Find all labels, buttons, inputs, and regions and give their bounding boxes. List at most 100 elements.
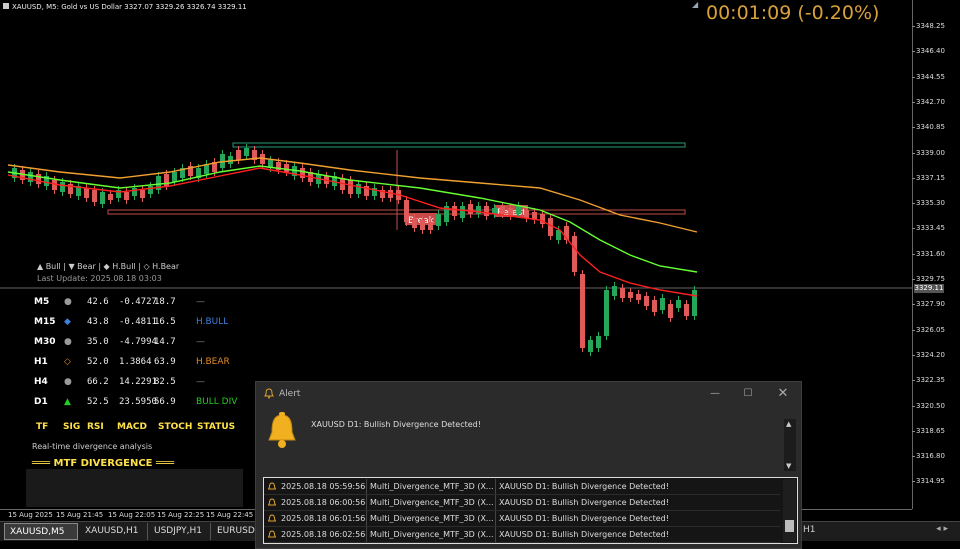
price-axis[interactable]: 3348.25 3346.40 3344.55 3342.70 3340.85 3339.… [912,0,960,509]
candle-body [484,206,489,216]
candle-body [28,172,33,182]
status-value: BULL DIV [196,397,238,407]
bull-triangle-icon: ▲ [64,397,71,407]
rsi-value: 52.0 [87,357,109,367]
tab-xauusd-h1[interactable]: XAUUSD,H1 [80,523,148,540]
candle-body [692,290,697,316]
bell-icon [268,412,296,448]
header-status: STATUS [197,422,236,432]
indicator-panel-box [26,469,243,507]
alert-row[interactable]: 2025.08.18 06:01:56 Multi_Divergence_MTF… [264,511,780,527]
candle-body [228,156,233,164]
rsi-value: 42.6 [87,297,109,307]
tab-scroll-arrows[interactable]: ◂ ▸ [936,524,948,534]
alert-message: XAUUSD D1: Bullish Divergence Detected! [311,420,481,429]
candle-body [108,194,113,200]
macd-value: 14.2291 [119,377,157,387]
alert-time: 2025.08.18 06:01:56 [281,514,366,523]
candle-body [284,164,289,172]
bell-icon [264,388,274,399]
stoch-value: 14.7 [154,337,176,347]
alert-title: Alert [279,389,301,399]
tf-label: M30 [34,337,56,347]
chart-window-icon [3,3,9,9]
candle-body [500,206,505,214]
price-tick: 3337.15 [912,173,945,182]
bell-icon [268,498,276,506]
mtf-row-m5: M5 ● 42.6 -0.4727 18.7 — [34,297,274,316]
candle-body [404,200,409,222]
price-tick: 3340.85 [912,123,945,132]
candle-body [236,150,241,160]
tf-label: M5 [34,297,50,307]
realtime-label: Real-time divergence analysis [32,442,153,451]
mtf-row-d1: D1 ▲ 52.5 23.5950 56.9 BULL DIV [34,397,274,416]
candle-body [612,286,617,296]
mtf-row-m30: M30 ● 35.0 -4.7994 14.7 — [34,337,274,356]
candle-body [620,288,625,298]
candle-body [652,300,657,312]
candle-body [36,174,41,184]
status-value: — [196,337,205,347]
minimize-button[interactable]: — [706,386,724,402]
candle-body [476,206,481,214]
tf-label: D1 [34,397,48,407]
list-scrollbar[interactable] [783,479,796,542]
price-tick: 3314.95 [912,477,945,486]
candle-body [684,304,689,316]
close-button[interactable]: ✕ [774,386,792,402]
alert-row[interactable]: 2025.08.18 06:02:56 Multi_Divergence_MTF… [264,527,780,543]
price-tick: 3324.20 [912,350,945,359]
scroll-thumb[interactable] [785,520,794,532]
scroll-up-icon: ▲ [786,420,792,428]
chart-title: XAUUSD, M5: Gold vs US Dollar 3327.07 33… [12,3,247,11]
candle-body [460,206,465,218]
status-value: H.BULL [196,317,229,327]
candle-body [628,292,633,298]
candle-body [132,188,137,196]
candle-body [596,336,601,348]
candle-body [428,222,433,230]
price-tick: 3333.45 [912,224,945,233]
alert-titlebar[interactable]: Alert — ☐ ✕ [256,382,801,406]
rsi-value: 35.0 [87,337,109,347]
tab-eurusd[interactable]: EURUSD, [212,523,258,540]
candle-body [588,340,593,352]
candle-body [244,148,249,156]
macd-value: 1.3864 [119,357,152,367]
candle-body [52,180,57,190]
price-tick: 3320.50 [912,401,945,410]
candle-body [148,186,153,194]
candle-body [580,274,585,348]
candle-body [92,190,97,202]
alert-expert: Multi_Divergence_MTF_3D (X... [370,482,494,491]
time-tick: 15 Aug 21:45 [56,511,104,519]
macd-value: 23.5950 [119,397,157,407]
tab-tail-label[interactable]: H1 [803,525,816,535]
candle-body [556,230,561,240]
bell-icon [268,482,276,490]
header-sig: SIG [63,422,81,432]
candle-body [124,192,129,200]
alert-list[interactable]: 2025.08.18 05:59:56 Multi_Divergence_MTF… [263,477,798,544]
bell-icon [268,530,276,538]
price-tick: 3342.70 [912,97,945,106]
tf-label: H4 [34,377,48,387]
alert-row[interactable]: 2025.08.18 05:59:56 Multi_Divergence_MTF… [264,479,780,495]
message-scrollbar[interactable]: ▲ ▼ [784,419,796,471]
tab-xauusd-m5[interactable]: XAUUSD,M5 [4,523,78,540]
tab-usdjpy-h1[interactable]: USDJPY,H1 [149,523,211,540]
mtf-divergence-title: ═══ MTF DIVERGENCE ═══ [32,458,175,469]
alert-dialog[interactable]: Alert — ☐ ✕ XAUUSD D1: Bullish Divergenc… [255,381,802,549]
time-tick: 15 Aug 22:45 [206,511,254,519]
candle-body [604,290,609,336]
candle-body [420,220,425,230]
current-price-tag: 3329.11 [914,284,944,293]
candle-body [348,180,353,194]
mtf-row-m15: M15 ◆ 43.8 -0.4811 16.5 H.BULL [34,317,274,336]
price-tick: 3316.80 [912,452,945,461]
alert-row[interactable]: 2025.08.18 06:00:56 Multi_Divergence_MTF… [264,495,780,511]
scroll-down-icon: ▼ [786,462,792,470]
price-tick: 3327.90 [912,300,945,309]
maximize-button[interactable]: ☐ [739,386,757,402]
